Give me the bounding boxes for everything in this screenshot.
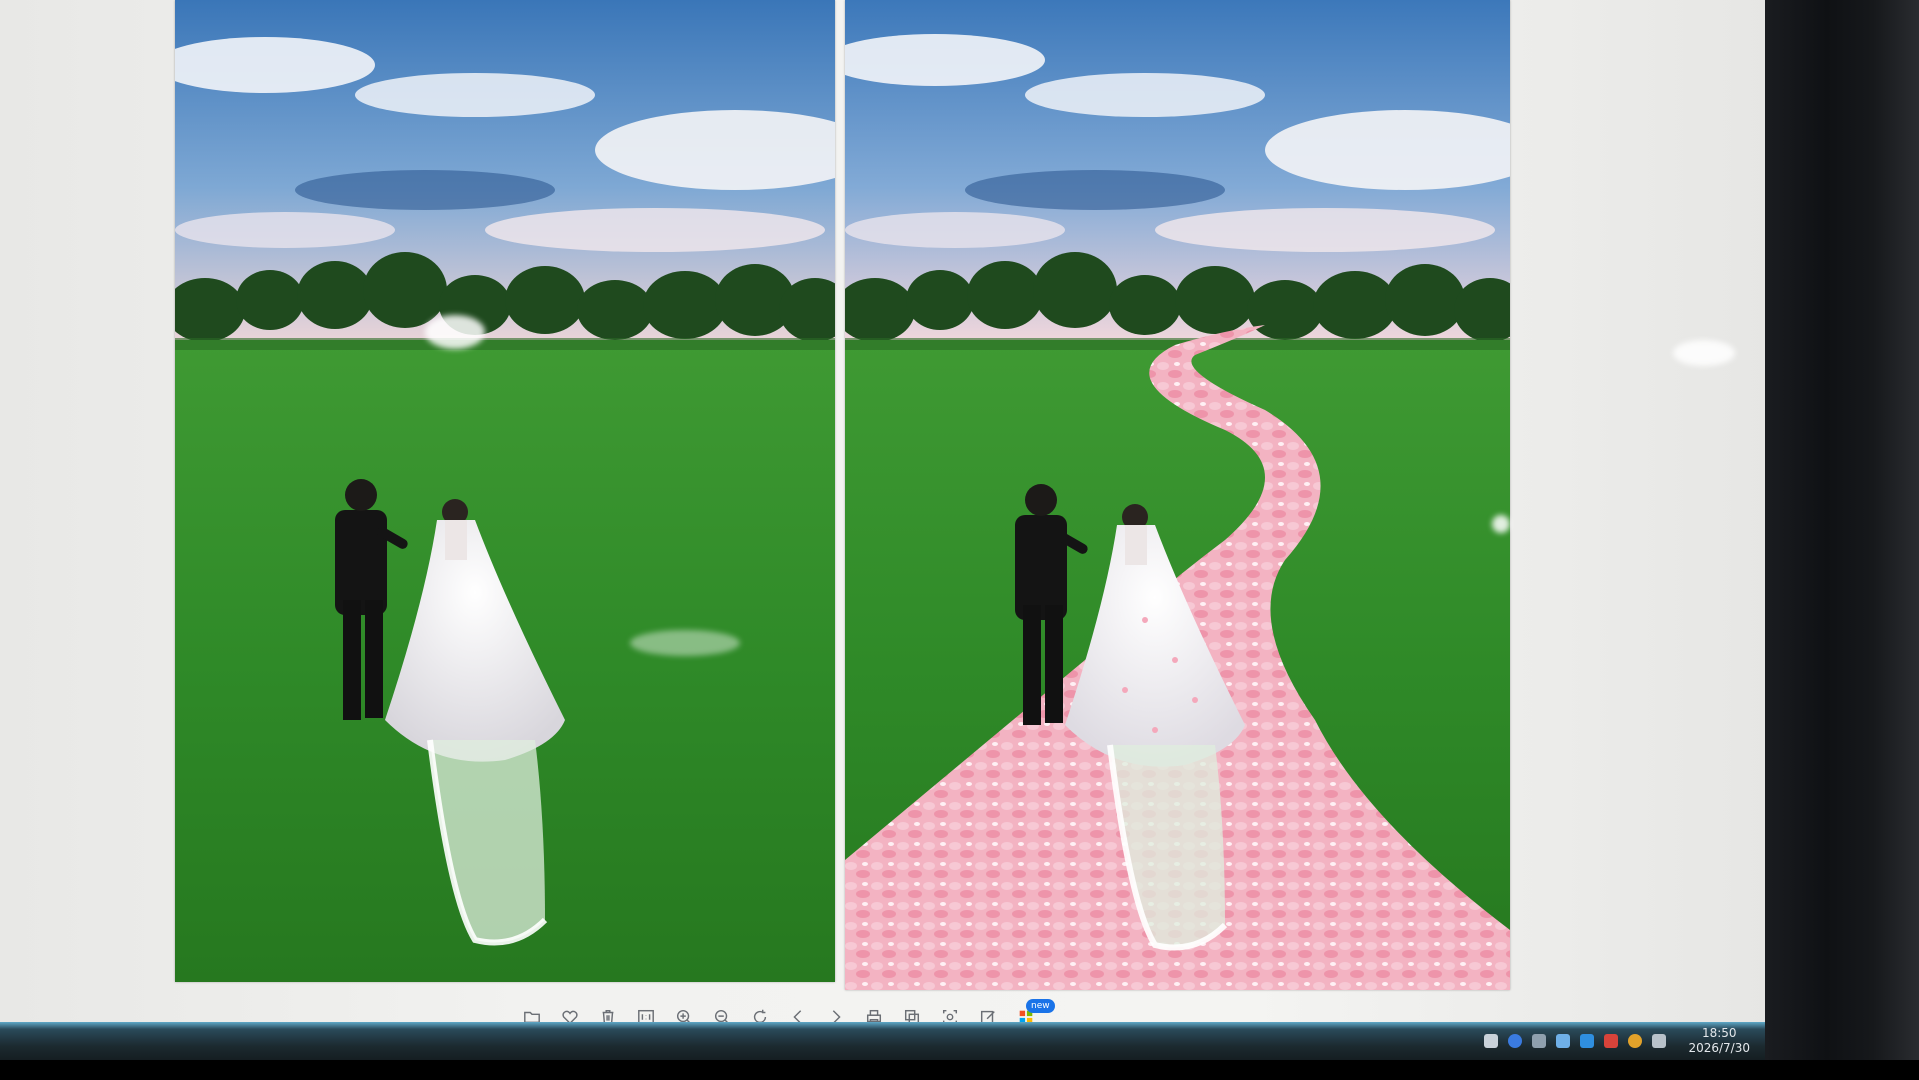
clock-time: 18:50 [1701, 1026, 1737, 1040]
help-icon[interactable] [1508, 1034, 1523, 1048]
bluetooth-icon[interactable] [1556, 1034, 1571, 1048]
folder-icon[interactable] [1484, 1034, 1499, 1048]
taskbar: 18:50 2026/7/30 [0, 1022, 1780, 1062]
left-photo-image [175, 0, 835, 982]
monitor-screen [0, 0, 1780, 1030]
screen-glare [425, 315, 485, 349]
new-badge: new [1026, 999, 1055, 1013]
right-photo [845, 0, 1510, 990]
right-photo-image [845, 0, 1510, 990]
security-icon[interactable] [1580, 1034, 1595, 1048]
volume-icon[interactable] [1652, 1034, 1667, 1048]
left-photo [175, 0, 835, 982]
update-icon[interactable] [1628, 1034, 1643, 1048]
network-icon[interactable] [1532, 1034, 1547, 1048]
screen-glare [1492, 515, 1510, 533]
screen-glare [630, 630, 740, 656]
monitor-bezel-bottom [0, 1060, 1919, 1080]
taskbar-clock[interactable]: 18:50 2026/7/30 [1688, 1026, 1750, 1056]
clock-date: 2026/7/30 [1688, 1041, 1750, 1055]
monitor-bezel [1765, 0, 1919, 1080]
flag-icon[interactable] [1604, 1034, 1619, 1048]
system-tray: 18:50 2026/7/30 [1484, 1026, 1750, 1056]
screen-glare [1673, 340, 1735, 366]
